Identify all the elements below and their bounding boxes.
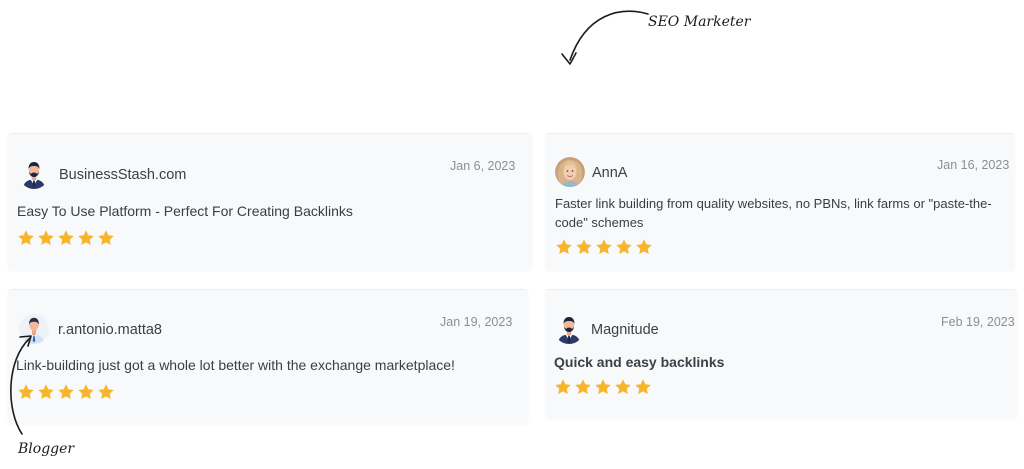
review-text: Link-building just got a whole lot bette… <box>16 357 455 373</box>
star-icon <box>595 238 613 256</box>
review-card: BusinessStash.com Jan 6, 2023 Easy To Us… <box>8 133 532 270</box>
star-icon <box>575 238 593 256</box>
star-icon <box>57 229 75 247</box>
star-rating <box>554 378 652 396</box>
star-rating <box>555 238 653 256</box>
star-icon <box>614 378 632 396</box>
blogger-note: Blogger <box>18 441 75 457</box>
review-card: Magnitude Feb 19, 2023 Quick and easy ba… <box>545 289 1017 418</box>
curved-arrow-icon <box>561 10 649 65</box>
review-date: Jan 6, 2023 <box>450 159 516 173</box>
review-card: AnnA Jan 16, 2023 Faster link building f… <box>545 133 1015 270</box>
review-date: Jan 16, 2023 <box>937 158 1010 172</box>
star-icon <box>97 383 115 401</box>
reviewer-name: r.antonio.matta8 <box>58 322 162 338</box>
review-text: Faster link building from quality websit… <box>555 196 992 230</box>
reviewer-name: Magnitude <box>591 322 659 338</box>
reviewer-name: BusinessStash.com <box>59 167 187 183</box>
star-icon <box>615 238 633 256</box>
star-icon <box>555 238 573 256</box>
seo-marketer-note: SEO Marketer <box>648 14 751 30</box>
review-text: Quick and easy backlinks <box>554 354 725 370</box>
reviewer-name: AnnA <box>592 165 628 181</box>
businessman-avatar-icon <box>19 159 49 189</box>
star-rating <box>17 229 115 247</box>
star-icon <box>17 229 35 247</box>
star-icon <box>97 229 115 247</box>
star-icon <box>37 229 55 247</box>
star-icon <box>635 238 653 256</box>
star-icon <box>594 378 612 396</box>
star-icon <box>77 229 95 247</box>
review-text: Easy To Use Platform - Perfect For Creat… <box>17 203 353 219</box>
star-icon <box>554 378 572 396</box>
star-icon <box>574 378 592 396</box>
businessman-avatar-icon <box>554 314 584 344</box>
curved-arrow-icon <box>10 335 32 435</box>
star-icon <box>57 383 75 401</box>
review-card: r.antonio.matta8 Jan 19, 2023 Link-build… <box>8 289 528 424</box>
star-icon <box>634 378 652 396</box>
review-date: Feb 19, 2023 <box>941 315 1015 329</box>
woman-photo-avatar <box>555 157 585 187</box>
review-date: Jan 19, 2023 <box>440 315 513 329</box>
star-icon <box>77 383 95 401</box>
